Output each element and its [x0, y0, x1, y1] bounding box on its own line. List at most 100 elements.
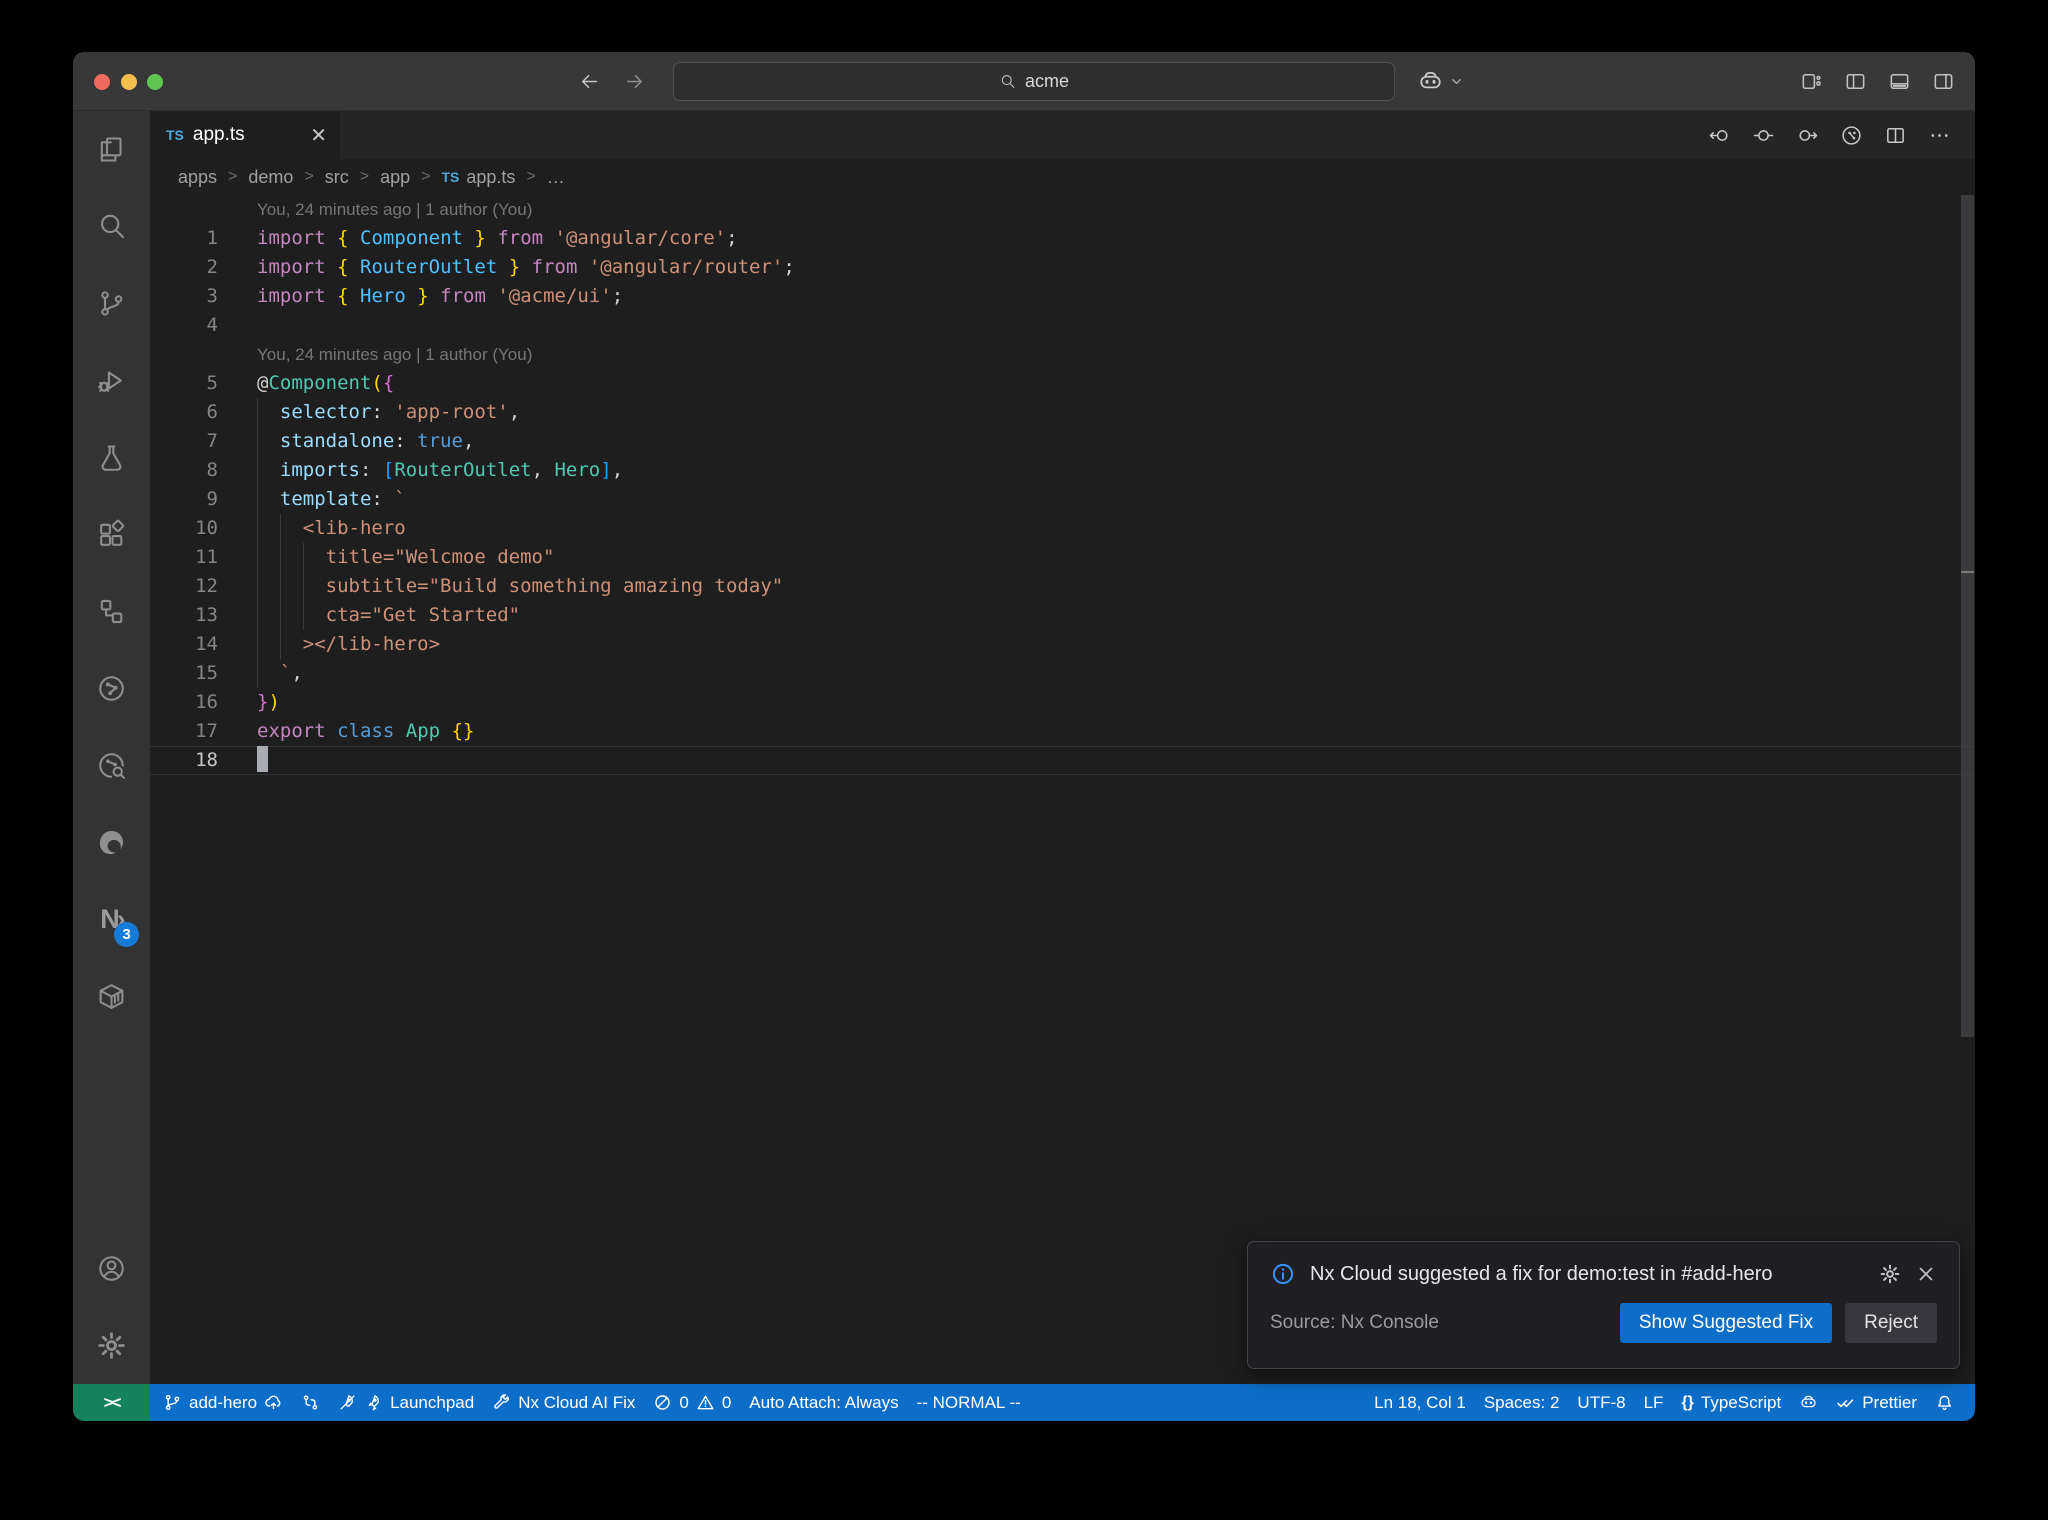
circle-dash-icon[interactable]: [1752, 124, 1775, 147]
status-item-notifications[interactable]: [1926, 1384, 1963, 1421]
breadcrumb-item[interactable]: …: [547, 167, 565, 188]
copilot-menu[interactable]: [1417, 52, 1464, 110]
line-number[interactable]: 12: [150, 572, 218, 601]
search-value: acme: [1024, 71, 1069, 91]
status-item-indentation[interactable]: Spaces: 2: [1475, 1384, 1569, 1421]
minimize-window-button[interactable]: [120, 73, 137, 90]
status-text: -- NORMAL --: [916, 1392, 1021, 1412]
scrollbar-thumb[interactable]: [1961, 195, 1974, 1037]
ellipsis-icon[interactable]: [1928, 124, 1951, 147]
status-item-encoding[interactable]: UTF-8: [1568, 1384, 1634, 1421]
forward-button[interactable]: [623, 70, 646, 93]
graph-circle-icon[interactable]: [1840, 124, 1863, 147]
activity-item-source-control[interactable]: [73, 265, 150, 342]
activity-bar: N› 3: [73, 111, 150, 1384]
line-number[interactable]: 16: [150, 688, 218, 717]
split-editor-icon[interactable]: [1884, 124, 1907, 147]
error-circle-icon: [653, 1393, 672, 1412]
line-number[interactable]: 13: [150, 601, 218, 630]
status-item-problems[interactable]: 00: [644, 1384, 740, 1421]
status-item-language[interactable]: {} TypeScript: [1672, 1384, 1790, 1421]
line-number[interactable]: 11: [150, 543, 218, 572]
indent-guide: [257, 398, 258, 688]
status-item-cursor-position[interactable]: Ln 18, Col 1: [1365, 1384, 1475, 1421]
breadcrumb-item[interactable]: src: [325, 167, 349, 188]
panel-bottom-icon[interactable]: [1888, 70, 1911, 93]
panel-right-icon[interactable]: [1932, 70, 1955, 93]
line-number[interactable]: 2: [150, 253, 218, 282]
show-suggested-fix-button[interactable]: Show Suggested Fix: [1619, 1303, 1833, 1343]
activity-item-run-debug[interactable]: [73, 342, 150, 419]
notification-title: Nx Cloud suggested a fix for demo:test i…: [1310, 1262, 1773, 1285]
status-text: Nx Cloud AI Fix: [518, 1392, 636, 1412]
breadcrumb-item[interactable]: TS app.ts: [442, 167, 516, 188]
command-center[interactable]: acme: [673, 62, 1395, 101]
circle-arrow-right-icon[interactable]: [1796, 124, 1819, 147]
status-item-launchpad[interactable]: Launchpad: [329, 1384, 483, 1421]
line-number[interactable]: 1: [150, 224, 218, 253]
line-number[interactable]: 9: [150, 485, 218, 514]
maximize-window-button[interactable]: [147, 73, 163, 90]
indent-guide: [279, 514, 281, 659]
breadcrumb-label: …: [546, 166, 565, 187]
line-number[interactable]: 5: [150, 369, 218, 398]
line-number[interactable]: 10: [150, 514, 218, 543]
tab-app-ts[interactable]: TS app.ts ✕: [150, 111, 340, 159]
breadcrumb-label: src: [324, 166, 349, 187]
line-number[interactable]: 14: [150, 630, 218, 659]
activity-item-extensions[interactable]: [73, 496, 150, 573]
status-text: TypeScript: [1700, 1392, 1782, 1412]
code-line-3: 3 import { Hero } from '@acme/ui';: [150, 282, 1975, 311]
status-item-auto-attach[interactable]: Auto Attach: Always: [740, 1384, 907, 1421]
status-item-vim-mode[interactable]: -- NORMAL --: [908, 1384, 1030, 1421]
circle-arrow-left-icon[interactable]: [1708, 124, 1731, 147]
panel-left-icon[interactable]: [1844, 70, 1867, 93]
activity-item-search[interactable]: [73, 188, 150, 265]
close-tab-icon[interactable]: ✕: [310, 123, 327, 148]
line-number[interactable]: 7: [150, 427, 218, 456]
main-area: N› 3 TS app.ts ✕ apps > demo > src > app > TS app.…: [73, 111, 1975, 1384]
bell-icon: [1935, 1393, 1954, 1412]
code-editor[interactable]: You, 24 minutes ago | 1 author (You) 1 imp…: [150, 195, 1975, 1384]
line-number[interactable]: 15: [150, 659, 218, 688]
notification-settings-icon[interactable]: [1879, 1263, 1901, 1285]
activity-item-account[interactable]: [73, 1230, 150, 1307]
breadcrumb-item[interactable]: demo: [248, 167, 293, 188]
status-item-copilot[interactable]: [1790, 1384, 1827, 1421]
remote-indicator[interactable]: ><: [73, 1384, 150, 1421]
status-item-compare[interactable]: [292, 1384, 329, 1421]
status-item-eol[interactable]: LF: [1635, 1384, 1673, 1421]
activity-item-settings-gear[interactable]: [73, 1307, 150, 1384]
reject-button[interactable]: Reject: [1845, 1303, 1937, 1343]
activity-item-nx-graph[interactable]: [73, 650, 150, 727]
activity-item-testing[interactable]: [73, 419, 150, 496]
line-number[interactable]: 8: [150, 456, 218, 485]
explorer-icon: [96, 134, 127, 165]
back-button[interactable]: [578, 70, 601, 93]
breadcrumb-item[interactable]: apps: [178, 167, 217, 188]
breadcrumb-item[interactable]: app: [380, 167, 410, 188]
close-window-button[interactable]: [94, 73, 110, 90]
line-number[interactable]: 3: [150, 282, 218, 311]
breadcrumb: apps > demo > src > app > TS app.ts >…: [150, 159, 1975, 195]
line-number[interactable]: 6: [150, 398, 218, 427]
status-text: Ln 18, Col 1: [1374, 1392, 1466, 1412]
code-line-7: 7 standalone: true,: [150, 427, 1975, 456]
line-number[interactable]: 18: [150, 746, 218, 775]
activity-item-container[interactable]: [73, 958, 150, 1035]
notification-close-icon[interactable]: [1915, 1263, 1937, 1285]
activity-item-nx-graph-search[interactable]: [73, 727, 150, 804]
activity-item-nx-logo[interactable]: N› 3: [73, 881, 150, 958]
activity-item-browser-swirl[interactable]: [73, 804, 150, 881]
status-item-branch[interactable]: add-hero: [154, 1384, 292, 1421]
layout-customize-icon[interactable]: [1800, 70, 1823, 93]
editor-group: TS app.ts ✕ apps > demo > src > app > TS app.ts > ……: [150, 111, 1975, 1384]
activity-item-project-structure[interactable]: [73, 573, 150, 650]
code-line-4: 4: [150, 311, 1975, 340]
activity-item-explorer[interactable]: [73, 111, 150, 188]
status-item-nx-cloud-ai-fix[interactable]: Nx Cloud AI Fix: [483, 1384, 644, 1421]
line-number[interactable]: 17: [150, 717, 218, 746]
status-text: 0: [721, 1392, 732, 1412]
line-number[interactable]: 4: [150, 311, 218, 340]
status-item-prettier[interactable]: Prettier: [1827, 1384, 1926, 1421]
